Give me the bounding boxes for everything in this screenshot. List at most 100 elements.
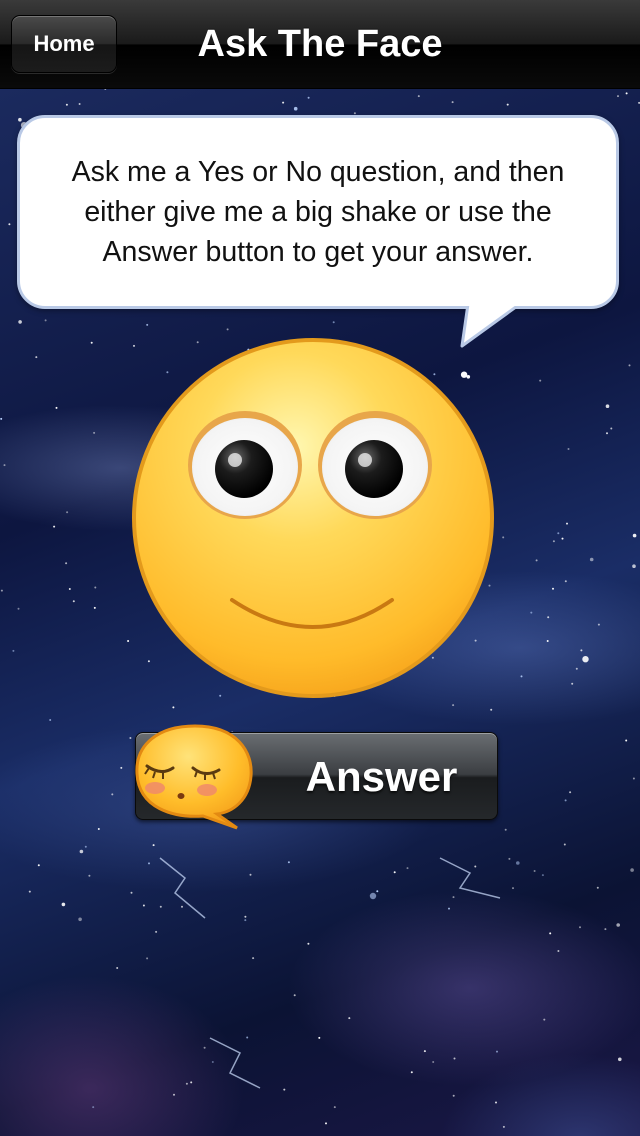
star <box>293 994 296 997</box>
star <box>530 611 533 614</box>
star <box>8 223 11 226</box>
star <box>172 706 175 709</box>
star <box>120 766 123 769</box>
star <box>451 101 454 104</box>
star <box>152 844 155 847</box>
star <box>18 117 22 122</box>
star <box>582 656 589 663</box>
star <box>90 341 93 344</box>
star <box>516 861 520 865</box>
star <box>452 1094 455 1097</box>
star <box>533 870 536 872</box>
home-button[interactable]: Home <box>11 15 117 73</box>
star <box>625 739 628 742</box>
light-streak <box>159 857 206 919</box>
star <box>546 640 549 642</box>
star <box>246 1036 249 1039</box>
star <box>579 926 581 929</box>
star <box>84 845 87 848</box>
star <box>571 682 574 685</box>
star <box>55 406 58 409</box>
star <box>49 719 52 721</box>
star <box>393 871 396 874</box>
star <box>512 887 514 890</box>
star <box>283 1088 286 1091</box>
star <box>496 1050 498 1053</box>
star <box>632 533 637 538</box>
star <box>94 586 97 589</box>
star <box>17 607 20 610</box>
instruction-text: Ask me a Yes or No question, and then ei… <box>71 156 565 268</box>
star <box>617 95 619 98</box>
star <box>369 892 377 900</box>
star <box>552 540 555 543</box>
star <box>0 417 3 420</box>
star <box>155 930 158 933</box>
star <box>502 1125 505 1128</box>
star <box>142 904 145 907</box>
star <box>12 649 15 652</box>
star <box>549 932 552 935</box>
app-screen: Home Ask The Face Ask me a Yes or No que… <box>0 0 640 1136</box>
page-title: Ask The Face <box>197 22 443 65</box>
star <box>410 1071 413 1074</box>
star <box>610 427 613 430</box>
star <box>452 896 455 899</box>
star <box>287 861 290 864</box>
star <box>417 95 420 98</box>
star <box>211 1061 214 1063</box>
star <box>78 917 82 922</box>
star <box>244 919 247 922</box>
star <box>632 777 635 780</box>
star <box>88 874 91 877</box>
star <box>130 891 133 894</box>
star <box>148 862 150 865</box>
star <box>432 1061 435 1063</box>
star <box>561 537 564 540</box>
star <box>159 905 162 908</box>
star <box>66 511 69 514</box>
star <box>353 112 356 115</box>
star <box>575 667 578 670</box>
star <box>406 867 409 870</box>
star <box>307 942 310 945</box>
star <box>448 907 450 910</box>
star <box>68 588 71 590</box>
star <box>282 101 285 104</box>
star <box>504 828 507 831</box>
star <box>625 92 628 95</box>
star <box>628 364 631 367</box>
star <box>630 868 634 872</box>
star <box>53 525 56 528</box>
star <box>93 431 96 434</box>
star <box>502 536 505 539</box>
star <box>543 1018 546 1021</box>
star <box>423 1050 426 1053</box>
star <box>348 1017 351 1020</box>
smiley-face-icon[interactable] <box>128 336 498 700</box>
star <box>244 915 247 918</box>
star <box>146 957 149 960</box>
star <box>97 828 100 830</box>
star <box>605 404 610 409</box>
star <box>618 1057 622 1062</box>
star <box>616 923 620 927</box>
light-streak <box>439 857 501 899</box>
shy-face-icon <box>135 724 253 830</box>
star <box>181 905 183 908</box>
star <box>333 1106 336 1109</box>
star <box>146 323 149 326</box>
star <box>564 799 567 802</box>
star <box>580 649 583 652</box>
star <box>552 587 554 590</box>
star <box>520 675 523 678</box>
star <box>65 562 68 565</box>
star <box>597 623 600 626</box>
star <box>307 96 310 99</box>
star <box>93 606 96 609</box>
star <box>557 950 560 952</box>
star <box>563 843 566 846</box>
star <box>129 737 132 739</box>
star <box>604 928 607 931</box>
star <box>535 559 538 562</box>
